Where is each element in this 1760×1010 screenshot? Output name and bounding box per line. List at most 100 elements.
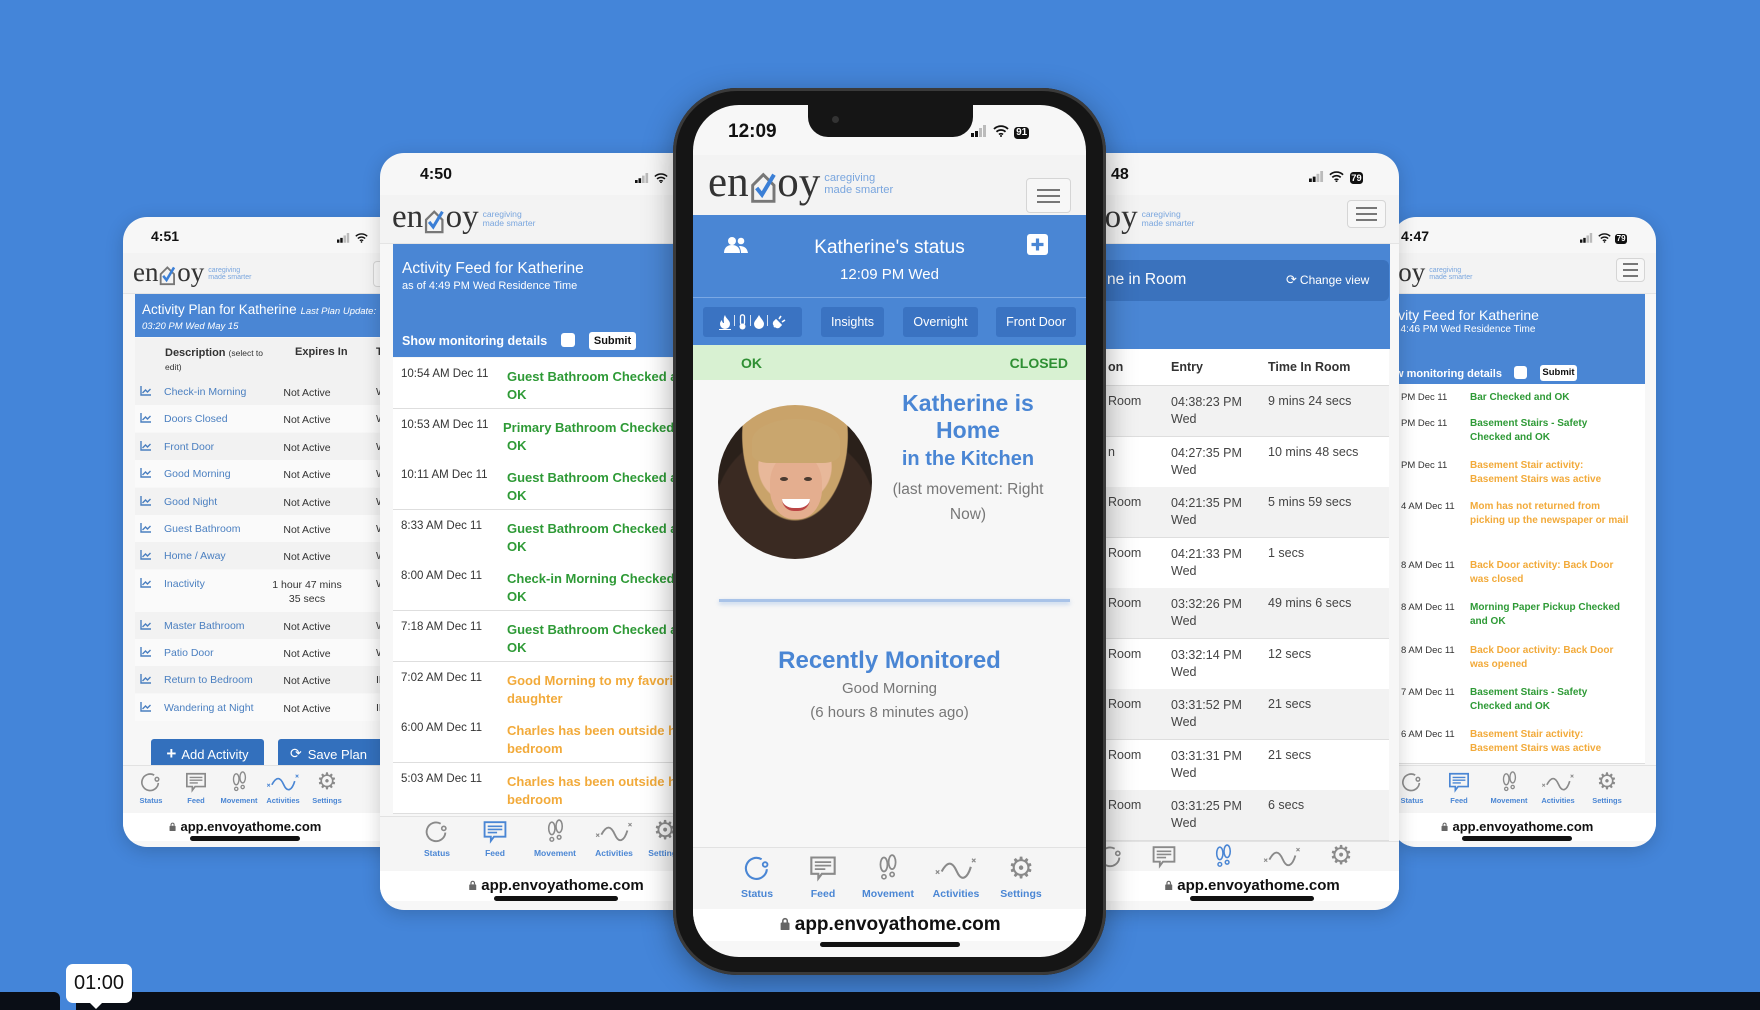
feed-message-line-2: Checked and OK	[1470, 432, 1551, 443]
add-button[interactable]	[1027, 234, 1048, 260]
feed-row[interactable]: PM Dec 11 Basement Stairs - Safety Checked…	[1392, 410, 1645, 453]
tab-status[interactable]: Status	[1401, 771, 1423, 805]
sensors-button[interactable]	[703, 307, 802, 337]
tab-settings[interactable]: ⚙Settings	[312, 770, 342, 805]
feed-row[interactable]: 8 AM Dec 11 Back Door activity: Back Door…	[1392, 552, 1645, 595]
insights-button[interactable]: Insights	[821, 307, 884, 337]
tab-movement[interactable]: Movement	[1490, 771, 1528, 805]
video-control-bar[interactable]	[76, 992, 1760, 1010]
feed-row[interactable]: 6:00 AM Dec 11 Charles has been outside h…	[393, 712, 710, 764]
overnight-button[interactable]: Overnight	[903, 307, 978, 337]
tab-activities[interactable]: Activities	[595, 819, 633, 858]
tab-status[interactable]: Status	[741, 854, 773, 900]
feed-row[interactable]: 8:33 AM Dec 11 Guest Bathroom Checked a OK	[393, 509, 710, 561]
feed-row[interactable]: 10:11 AM Dec 11 Guest Bathroom Checked a O…	[393, 459, 710, 511]
activity-row[interactable]: Check-in MorningNot ActiveWA	[135, 378, 413, 405]
feed-row[interactable]: 7:02 AM Dec 11 Good Morning to my favorit…	[393, 661, 710, 713]
activity-name[interactable]: Good Morning	[164, 468, 231, 480]
tab-feed[interactable]: Feed	[809, 854, 837, 900]
menu-button[interactable]	[1026, 178, 1071, 213]
activity-row[interactable]: Guest BathroomNot ActiveWA	[135, 515, 413, 542]
feed-row[interactable]: 8 AM Dec 11 Back Door activity: Back Door…	[1392, 637, 1645, 680]
activity-name[interactable]: Doors Closed	[164, 413, 228, 425]
activity-row[interactable]: Home / AwayNot ActiveWA	[135, 542, 413, 569]
activity-name[interactable]: Patio Door	[164, 647, 214, 659]
activity-row[interactable]: Front DoorNot ActiveWA	[135, 433, 413, 460]
video-progress-start[interactable]	[0, 992, 60, 1010]
front-door-button[interactable]: Front Door	[996, 307, 1076, 337]
activity-name[interactable]: Return to Bedroom	[164, 674, 253, 686]
room-row[interactable]: Room 03:32:14 PM Wed 12 secs	[1080, 638, 1389, 690]
feed-row[interactable]: 5:03 AM Dec 11 Charles has been outside h…	[393, 762, 710, 814]
tab-status[interactable]: Status	[140, 771, 162, 805]
avatar	[718, 405, 872, 559]
logo-tagline: caregiving made smarter	[824, 173, 893, 196]
tab-movement[interactable]: Movement	[534, 819, 576, 858]
room-row[interactable]: Room 04:21:35 PM Wed 5 mins 59 secs	[1080, 487, 1389, 538]
feed-row[interactable]: 10:53 AM Dec 11 Primary Bathroom Checked O…	[393, 408, 710, 460]
tab-feed[interactable]: Feed	[185, 771, 207, 805]
tab-activities[interactable]: Activities	[933, 854, 979, 900]
room-row[interactable]: Room 03:31:52 PM Wed 21 secs	[1080, 689, 1389, 740]
activity-row[interactable]: Wandering at NightNot ActiveINF	[135, 694, 413, 721]
activity-name[interactable]: Guest Bathroom	[164, 523, 240, 535]
tab-settings[interactable]: ⚙Settings	[1592, 770, 1622, 805]
room-entry: 04:27:35 PM Wed	[1171, 445, 1242, 479]
tab-movement[interactable]: Movement	[862, 854, 914, 900]
phone-screen: 12:09 91 en oy caregiving made smarter Katheri…	[693, 105, 1086, 957]
feed-row[interactable]: 7 AM Dec 11 Basement Stairs - Safety Check…	[1392, 679, 1645, 722]
activity-name[interactable]: Check-in Morning	[164, 386, 246, 398]
tab-feed[interactable]: Feed	[483, 819, 508, 858]
submit-button[interactable]: Submit	[589, 332, 636, 350]
feed-row[interactable]: 8:00 AM Dec 11 Check-in Morning Checked OK	[393, 560, 710, 612]
activity-row[interactable]: Doors ClosedNot ActiveWA	[135, 405, 413, 432]
activity-name[interactable]: Wandering at Night	[164, 702, 254, 714]
activity-name[interactable]: Master Bathroom	[164, 620, 245, 632]
feed-row[interactable]: 10:54 AM Dec 11 Guest Bathroom Checked a O…	[393, 358, 710, 409]
room-entry: 03:32:14 PM Wed	[1171, 647, 1242, 681]
feed-time: 6:00 AM Dec 11	[401, 722, 482, 735]
feed-row[interactable]: 7:18 AM Dec 11 Guest Bathroom Checked a OK	[393, 611, 710, 662]
lock-icon	[779, 914, 794, 935]
tab-feed[interactable]: Feed	[1448, 771, 1470, 805]
menu-button[interactable]	[1347, 200, 1386, 228]
activity-row[interactable]: Patio DoorNot ActiveWA	[135, 639, 413, 666]
monitoring-checkbox[interactable]	[561, 333, 575, 347]
tab-activities[interactable]: Activities	[266, 771, 300, 805]
activity-row[interactable]: Good NightNot ActiveWA	[135, 488, 413, 515]
tab-settings[interactable]: ⚙Settings	[1000, 853, 1041, 900]
activity-row[interactable]: Good MorningNot ActiveWA	[135, 460, 413, 487]
time-in-room-header: ne in Room ⟳ Change view	[1080, 244, 1390, 349]
room-row[interactable]: Room 04:21:33 PM Wed 1 secs	[1080, 537, 1389, 589]
activity-row[interactable]: Return to BedroomNot ActiveINF	[135, 666, 413, 693]
room-row[interactable]: Room 04:38:23 PM Wed 9 mins 24 secs	[1080, 386, 1389, 437]
feed-row[interactable]: PM Dec 11 Bar Checked and OK	[1392, 384, 1645, 411]
tab-movement[interactable]: Movement	[220, 771, 258, 805]
feed-row[interactable]: 8 AM Dec 11 Morning Paper Pickup Checked a…	[1392, 594, 1645, 638]
room-row[interactable]: n 04:27:35 PM Wed 10 mins 48 secs	[1080, 436, 1389, 488]
submit-button[interactable]: Submit	[1540, 365, 1577, 381]
chart-icon	[140, 523, 151, 536]
activity-name[interactable]: Front Door	[164, 441, 214, 453]
room-row[interactable]: Room 03:31:25 PM Wed 6 secs	[1080, 790, 1389, 841]
activity-row[interactable]: Inactivity1 hour 47 mins 35 secsWA	[135, 570, 413, 612]
menu-button[interactable]	[1616, 258, 1645, 282]
tab-label: Feed	[485, 848, 505, 858]
feed-row[interactable]: 6 AM Dec 11 Basement Stair activity: Basem…	[1392, 721, 1645, 764]
tab-activities[interactable]: Activities	[1541, 771, 1575, 805]
activity-name[interactable]: Home / Away	[164, 550, 226, 562]
feed-row[interactable]: PM Dec 11 Basement Stair activity: Basemen…	[1392, 452, 1645, 494]
room-row[interactable]: Room 03:31:31 PM Wed 21 secs	[1080, 739, 1389, 791]
change-view-button[interactable]: ⟳ Change view	[1286, 273, 1369, 288]
feed-message: Mom has not returned from picking up the …	[1470, 500, 1628, 528]
url-text: app.envoyathome.com	[1177, 877, 1340, 894]
activity-name[interactable]: Inactivity	[164, 578, 205, 590]
room-row[interactable]: Room 03:32:26 PM Wed 49 mins 6 secs	[1080, 588, 1389, 639]
feed-row[interactable]: 4 AM Dec 11 Mom has not returned from pick…	[1392, 493, 1645, 553]
status-ok: OK	[741, 355, 762, 371]
activity-name[interactable]: Good Night	[164, 496, 217, 508]
browser-url-bar[interactable]: app.envoyathome.com	[693, 909, 1086, 941]
monitoring-checkbox[interactable]	[1514, 366, 1527, 379]
tab-status[interactable]: Status	[424, 819, 450, 858]
activity-row[interactable]: Master BathroomNot ActiveWA	[135, 612, 413, 639]
